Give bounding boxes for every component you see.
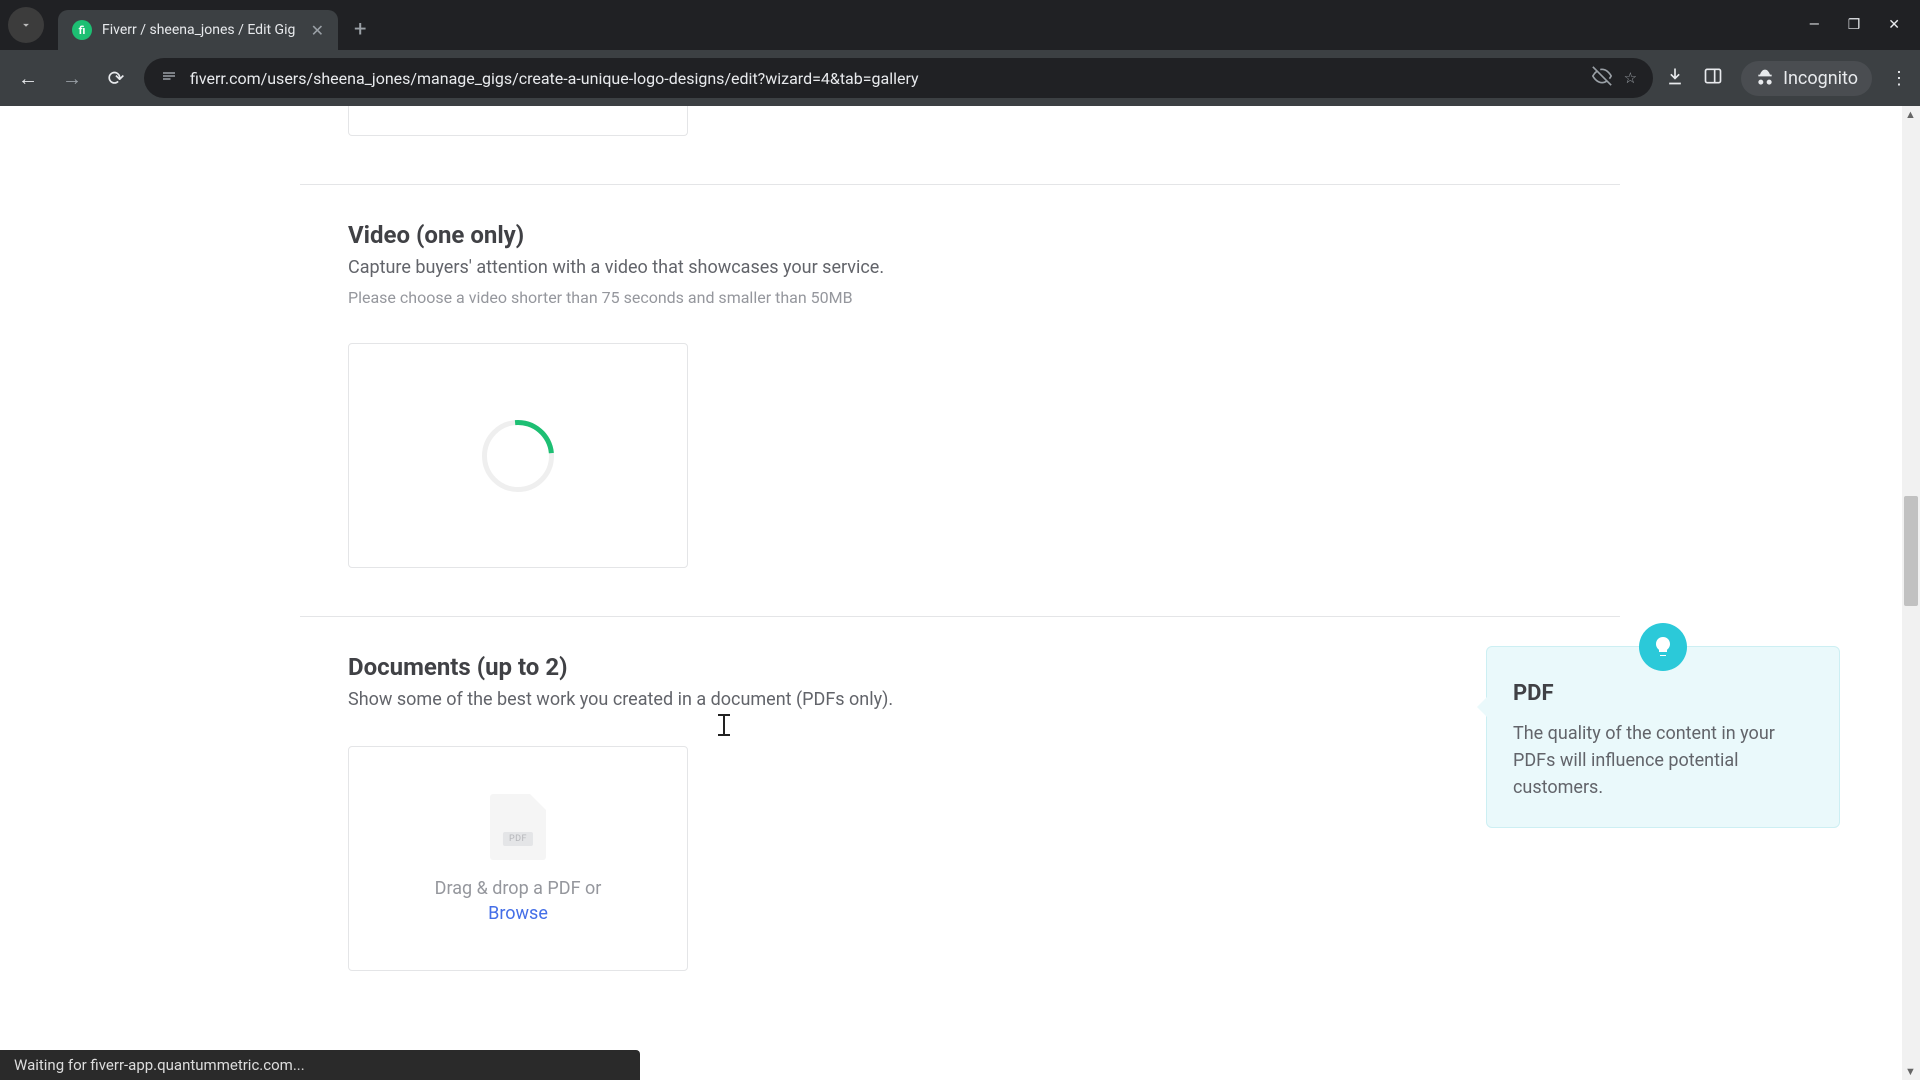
image-upload-box-partial[interactable] bbox=[348, 106, 688, 136]
video-section-note: Please choose a video shorter than 75 se… bbox=[348, 288, 1620, 307]
vertical-scrollbar[interactable]: ▲ ▼ bbox=[1902, 106, 1920, 1080]
status-text: Waiting for fiverr-app.quantummetric.com… bbox=[14, 1056, 305, 1074]
pdf-upload-box[interactable]: PDF Drag & drop a PDF or Browse bbox=[348, 746, 688, 971]
tip-text: The quality of the content in your PDFs … bbox=[1513, 720, 1813, 801]
tip-title: PDF bbox=[1513, 681, 1813, 706]
forward-button[interactable]: → bbox=[56, 66, 88, 91]
new-tab-button[interactable]: + bbox=[354, 17, 366, 42]
chevron-down-icon bbox=[19, 18, 33, 32]
address-bar[interactable]: fiverr.com/users/sheena_jones/manage_gig… bbox=[144, 58, 1653, 98]
maximize-button[interactable]: ❐ bbox=[1848, 17, 1861, 33]
pdf-file-icon: PDF bbox=[490, 794, 546, 860]
browse-link[interactable]: Browse bbox=[488, 903, 548, 924]
bookmark-icon[interactable]: ☆ bbox=[1624, 69, 1637, 87]
tab-title: Fiverr / sheena_jones / Edit Gig bbox=[102, 22, 301, 38]
menu-button[interactable]: ⋮ bbox=[1890, 68, 1908, 89]
page-viewport: ▲ ▼ Video (one only) Capture buyers' att… bbox=[0, 106, 1920, 1080]
video-section-title: Video (one only) bbox=[348, 221, 1620, 249]
pdf-tip-card: PDF The quality of the content in your P… bbox=[1486, 646, 1840, 828]
video-section-subtitle: Capture buyers' attention with a video t… bbox=[348, 257, 1620, 278]
browser-toolbar: ← → ⟳ fiverr.com/users/sheena_jones/mana… bbox=[0, 50, 1920, 106]
minimize-button[interactable]: — bbox=[1809, 17, 1820, 33]
lightbulb-icon bbox=[1651, 635, 1675, 659]
video-section: Video (one only) Capture buyers' attenti… bbox=[300, 184, 1620, 616]
close-window-button[interactable]: ✕ bbox=[1888, 17, 1900, 33]
tip-badge bbox=[1639, 623, 1687, 671]
incognito-label: Incognito bbox=[1783, 68, 1858, 89]
reload-button[interactable]: ⟳ bbox=[100, 66, 132, 90]
incognito-icon bbox=[1755, 68, 1775, 88]
window-controls: — ❐ ✕ bbox=[1809, 17, 1912, 33]
url-text: fiverr.com/users/sheena_jones/manage_gig… bbox=[190, 69, 1580, 88]
drop-instruction: Drag & drop a PDF or bbox=[435, 878, 602, 899]
browser-tab[interactable]: fi Fiverr / sheena_jones / Edit Gig ✕ bbox=[58, 10, 338, 50]
eye-off-icon[interactable] bbox=[1592, 66, 1612, 90]
video-upload-box[interactable] bbox=[348, 343, 688, 568]
back-button[interactable]: ← bbox=[12, 66, 44, 91]
documents-section-title: Documents (up to 2) bbox=[348, 653, 1620, 681]
status-bar: Waiting for fiverr-app.quantummetric.com… bbox=[0, 1050, 640, 1080]
site-settings-icon[interactable] bbox=[160, 67, 178, 89]
browser-titlebar: fi Fiverr / sheena_jones / Edit Gig ✕ + … bbox=[0, 0, 1920, 50]
scroll-down-arrow[interactable]: ▼ bbox=[1905, 1065, 1916, 1078]
loading-spinner bbox=[482, 420, 554, 492]
text-cursor bbox=[723, 714, 725, 736]
incognito-badge[interactable]: Incognito bbox=[1741, 61, 1872, 96]
side-panel-icon[interactable] bbox=[1703, 66, 1723, 91]
close-tab-button[interactable]: ✕ bbox=[311, 21, 324, 40]
fiverr-favicon: fi bbox=[72, 20, 92, 40]
scrollbar-thumb[interactable] bbox=[1904, 496, 1918, 606]
downloads-icon[interactable] bbox=[1665, 66, 1685, 91]
documents-section-subtitle: Show some of the best work you created i… bbox=[348, 689, 1620, 710]
scroll-up-arrow[interactable]: ▲ bbox=[1905, 108, 1916, 121]
documents-section: Documents (up to 2) Show some of the bes… bbox=[300, 616, 1620, 1019]
tab-search-button[interactable] bbox=[8, 7, 44, 43]
